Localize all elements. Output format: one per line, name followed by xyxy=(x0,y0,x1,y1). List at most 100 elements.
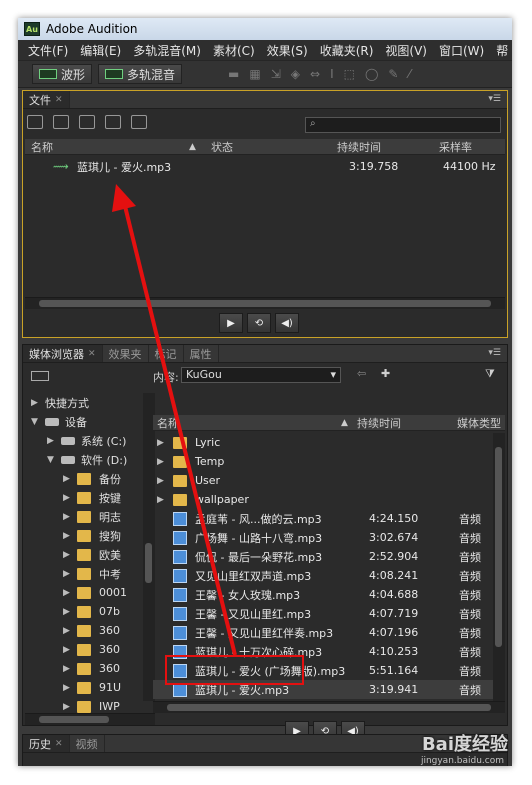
menu-item[interactable]: 收藏夹(R) xyxy=(314,42,380,59)
tree-item[interactable]: ▶ 0001 xyxy=(63,583,127,602)
list-item[interactable]: 侃侃 - 最后一朵野花.mp3 2:52.904 音频 xyxy=(153,547,493,566)
collapsed-arrow-icon[interactable]: ▶ xyxy=(63,702,77,712)
menu-item[interactable]: 多轨混音(M) xyxy=(127,42,207,59)
open-folder-icon[interactable] xyxy=(27,115,43,129)
location-select[interactable]: KuGou ▾ xyxy=(181,367,341,383)
razor-icon[interactable]: ◈ xyxy=(291,67,300,81)
collapsed-arrow-icon[interactable]: ▶ xyxy=(63,531,77,541)
collapsed-arrow-icon[interactable]: ▶ xyxy=(157,457,164,467)
tab-browser-3[interactable]: 属性 xyxy=(184,345,219,362)
close-icon[interactable]: ✕ xyxy=(55,739,63,749)
tree-item[interactable]: ▶ 360 xyxy=(63,640,120,659)
move-icon[interactable]: ⇲ xyxy=(271,67,281,81)
expanded-arrow-icon[interactable]: ▼ xyxy=(31,417,45,427)
scroll-thumb[interactable] xyxy=(39,716,109,723)
pitch-icon[interactable]: ▦ xyxy=(249,67,260,81)
scroll-thumb[interactable] xyxy=(145,543,152,583)
tab-bottom-1[interactable]: 视频 xyxy=(70,735,105,752)
list-hscroll[interactable] xyxy=(153,701,505,713)
collapsed-arrow-icon[interactable]: ▶ xyxy=(63,569,77,579)
tree-item[interactable]: ▶ 系统 (C:) xyxy=(47,431,126,450)
list-item[interactable]: ▶ User xyxy=(153,471,493,490)
spectral-icon[interactable]: ▬ xyxy=(228,67,239,81)
multitrack-button[interactable]: 多轨混音 xyxy=(98,64,183,84)
tab-browser-1[interactable]: 效果夹 xyxy=(103,345,149,362)
sort-up-icon[interactable]: ▲ xyxy=(341,418,348,428)
heal-icon[interactable]: ⁄ xyxy=(408,67,410,81)
col-media-type[interactable]: 媒体类型 xyxy=(457,415,501,431)
time-select-icon[interactable]: I xyxy=(330,67,334,81)
tree-item[interactable]: ▼ 设备 xyxy=(31,412,87,431)
close-icon[interactable]: ✕ xyxy=(55,95,63,105)
insert-icon[interactable] xyxy=(105,115,121,129)
col-name[interactable]: 名称 xyxy=(31,139,53,155)
collapsed-arrow-icon[interactable]: ▶ xyxy=(63,664,77,674)
list-item[interactable]: ▶ Temp xyxy=(153,452,493,471)
list-item[interactable]: 王馨 - 女人玫瑰.mp3 4:04.688 音频 xyxy=(153,585,493,604)
brush-icon[interactable]: ✎ xyxy=(388,67,398,81)
collapsed-arrow-icon[interactable]: ▶ xyxy=(63,645,77,655)
tree-item[interactable]: ▶ 欧美 xyxy=(63,545,121,564)
play-icon[interactable]: ▶ xyxy=(219,313,243,333)
tree-item[interactable]: ▶ 中考 xyxy=(63,564,121,583)
trash-icon[interactable] xyxy=(131,115,147,129)
list-item[interactable]: ▶ Lyric xyxy=(153,433,493,452)
tree-hscroll[interactable] xyxy=(25,713,155,725)
menu-item[interactable]: 帮 xyxy=(490,42,512,59)
menu-item[interactable]: 素材(C) xyxy=(207,42,261,59)
waveform-button[interactable]: 波形 xyxy=(32,64,93,84)
import-icon[interactable] xyxy=(53,115,69,129)
collapsed-arrow-icon[interactable]: ▶ xyxy=(63,683,77,693)
list-item[interactable]: 广场舞 - 山路十八弯.mp3 3:02.674 音频 xyxy=(153,528,493,547)
files-search-input[interactable]: ⌕ xyxy=(305,117,501,133)
tree-item[interactable]: ▶ 按键 xyxy=(63,488,121,507)
menu-item[interactable]: 编辑(E) xyxy=(74,42,127,59)
collapsed-arrow-icon[interactable]: ▶ xyxy=(63,493,77,503)
tree-item[interactable]: ▶ IWP xyxy=(63,697,120,713)
collapsed-arrow-icon[interactable]: ▶ xyxy=(63,474,77,484)
menu-item[interactable]: 视图(V) xyxy=(379,42,433,59)
col-status[interactable]: 状态 xyxy=(211,139,233,155)
tree-item[interactable]: ▼ 软件 (D:) xyxy=(47,450,127,469)
menu-item[interactable]: 效果(S) xyxy=(261,42,314,59)
tree-item[interactable]: ▶ 明志 xyxy=(63,507,121,526)
lasso-icon[interactable]: ◯ xyxy=(365,67,378,81)
tree-item[interactable]: ▶ 快捷方式 xyxy=(31,393,89,412)
panel-menu-icon[interactable]: ▾☰ xyxy=(488,348,501,358)
list-item[interactable]: 孟庭苇 - 风...做的云.mp3 4:24.150 音频 xyxy=(153,509,493,528)
tree-item[interactable]: ▶ 07b xyxy=(63,602,120,621)
collapsed-arrow-icon[interactable]: ▶ xyxy=(63,607,77,617)
marquee-icon[interactable]: ⬚ xyxy=(344,67,355,81)
sort-up-icon[interactable]: ▲ xyxy=(189,142,196,152)
tree-item[interactable]: ▶ 搜狗 xyxy=(63,526,121,545)
col-sample-rate[interactable]: 采样率 xyxy=(439,139,472,155)
file-row[interactable]: ⟿ 蓝琪儿 - 爱火.mp3 3:19.758 44100 Hz xyxy=(25,157,505,176)
scroll-thumb[interactable] xyxy=(167,704,491,711)
list-item[interactable]: ▶ wallpaper xyxy=(153,490,493,509)
autoplay-icon[interactable]: ◀) xyxy=(275,313,299,333)
collapsed-arrow-icon[interactable]: ▶ xyxy=(63,550,77,560)
menu-item[interactable]: 文件(F) xyxy=(22,42,74,59)
tree-item[interactable]: ▶ 360 xyxy=(63,659,120,678)
add-shortcut-icon[interactable]: ✚ xyxy=(381,367,390,380)
back-icon[interactable]: ⇦ xyxy=(357,367,366,380)
expanded-arrow-icon[interactable]: ▼ xyxy=(47,455,61,465)
loop-icon[interactable]: ⟲ xyxy=(247,313,271,333)
col-duration[interactable]: 持续时间 xyxy=(337,139,381,155)
filter-icon[interactable]: ⧩ xyxy=(485,367,495,381)
list-vscroll[interactable] xyxy=(493,433,505,703)
collapsed-arrow-icon[interactable]: ▶ xyxy=(47,436,61,446)
tab-files[interactable]: 文件 ✕ xyxy=(23,91,70,108)
col-duration[interactable]: 持续时间 xyxy=(357,415,401,431)
scroll-thumb[interactable] xyxy=(495,447,502,647)
panel-menu-icon[interactable]: ▾☰ xyxy=(488,94,501,104)
collapsed-arrow-icon[interactable]: ▶ xyxy=(31,398,45,408)
menu-item[interactable]: 窗口(W) xyxy=(433,42,490,59)
new-file-icon[interactable] xyxy=(79,115,95,129)
slip-icon[interactable]: ⇔ xyxy=(310,67,320,81)
tab-browser-0[interactable]: 媒体浏览器 ✕ xyxy=(23,345,103,362)
tree-item[interactable]: ▶ 91U xyxy=(63,678,121,697)
collapsed-arrow-icon[interactable]: ▶ xyxy=(63,626,77,636)
collapsed-arrow-icon[interactable]: ▶ xyxy=(157,438,164,448)
scroll-thumb[interactable] xyxy=(39,300,491,307)
